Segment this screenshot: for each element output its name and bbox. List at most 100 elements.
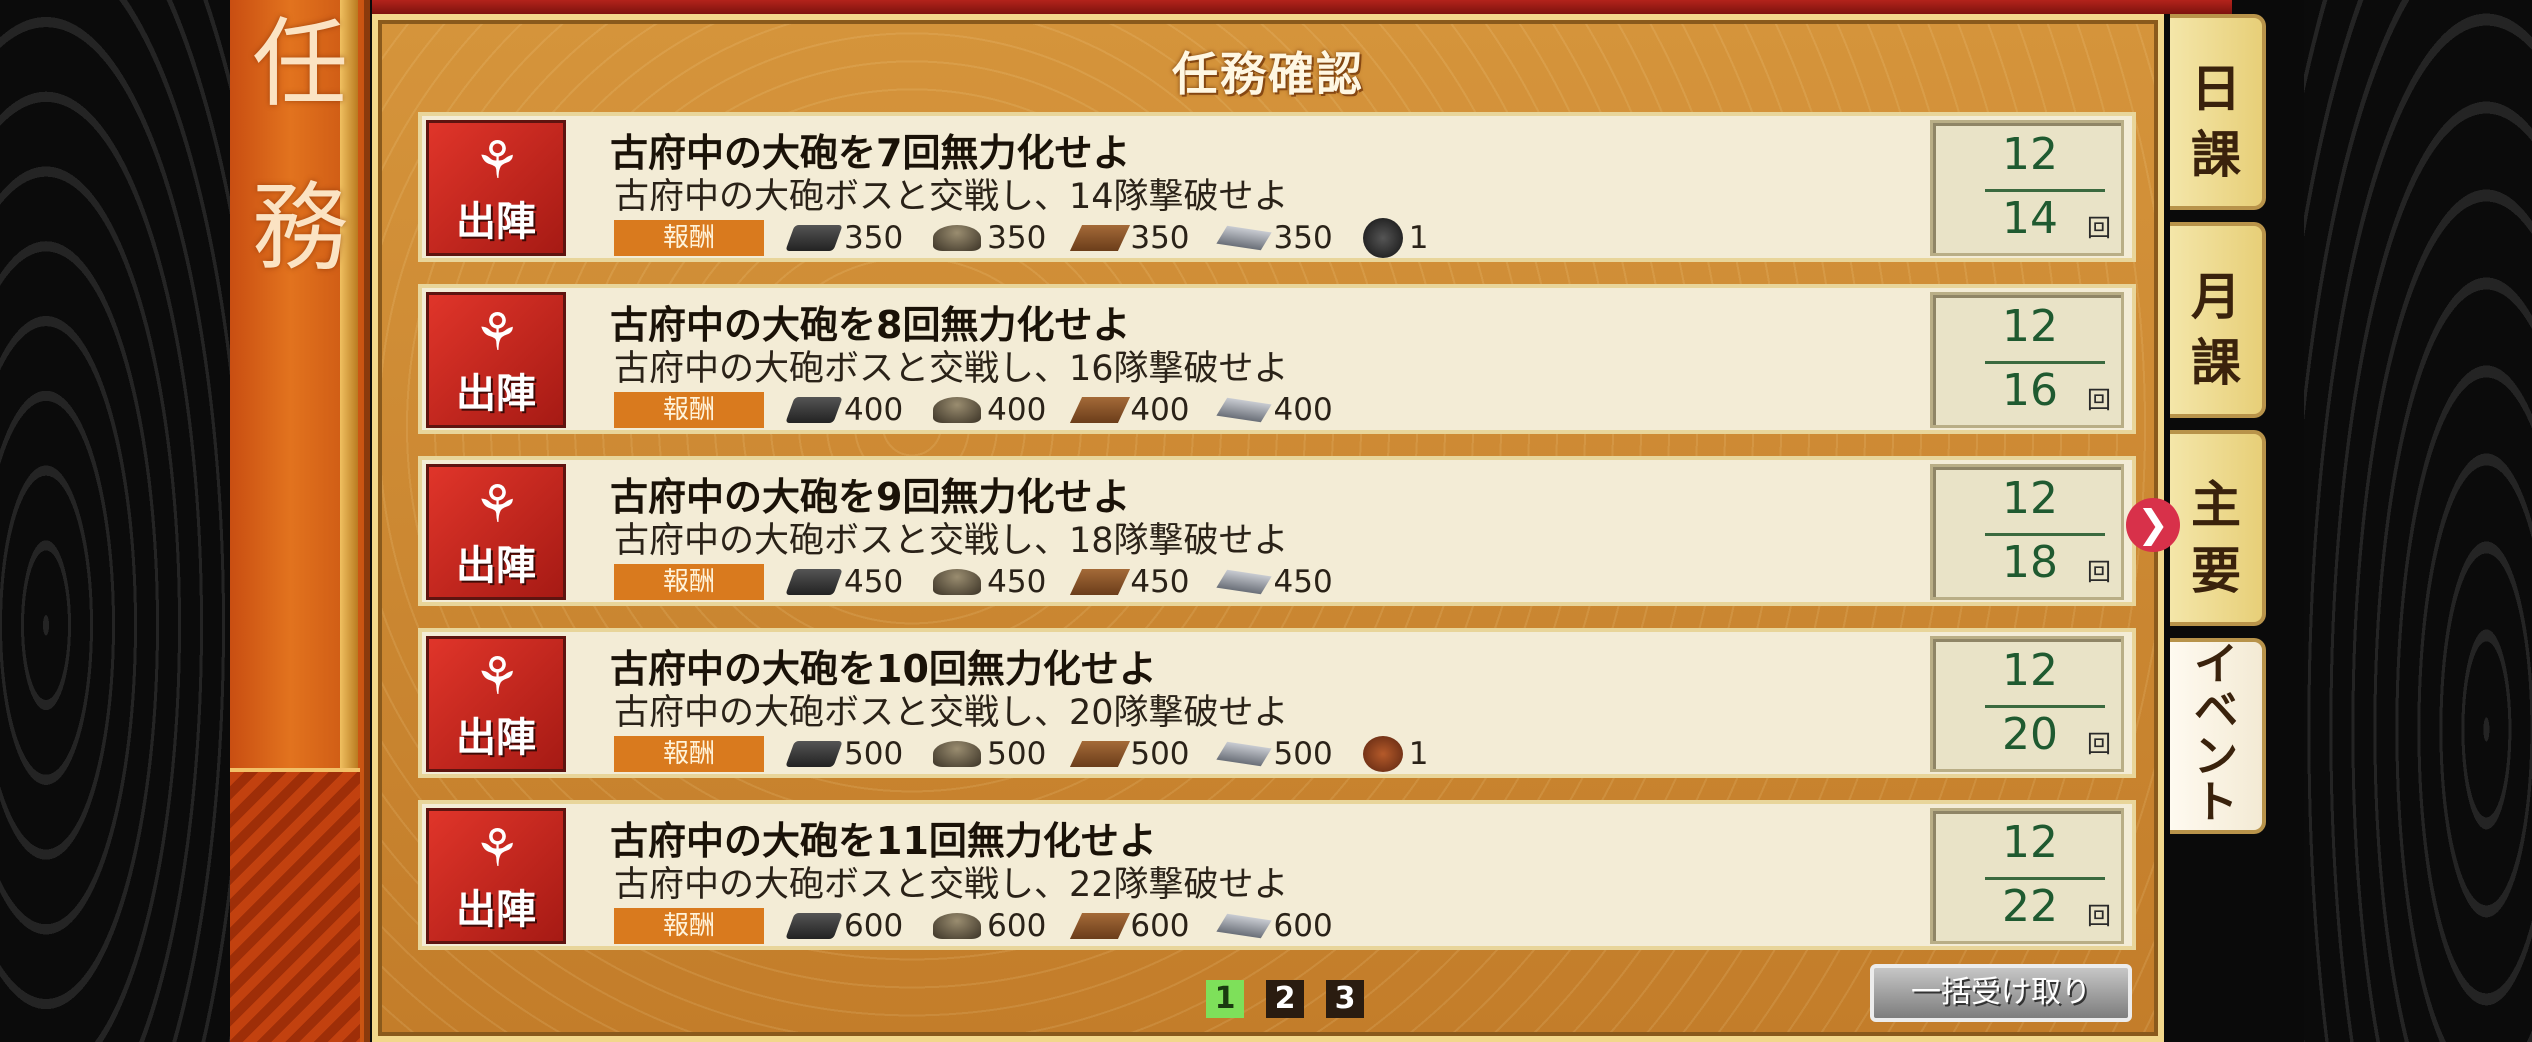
- crest-icon: ⚘: [473, 475, 521, 535]
- mission-desc: 古府中の大砲ボスと交戦し、20隊撃破せよ: [614, 693, 1289, 733]
- chevron-right-icon: ❯: [2126, 498, 2180, 552]
- wood-icon: [1070, 569, 1131, 595]
- iron-icon: [1215, 569, 1272, 595]
- reward-steel: 450: [844, 564, 904, 600]
- steel-icon: [785, 397, 843, 423]
- steel-icon: [785, 741, 843, 767]
- progress-target: 22: [2002, 881, 2058, 932]
- background-wave-right: [2304, 0, 2532, 1042]
- iron-icon: [1215, 913, 1272, 939]
- progress-target: 16: [2002, 365, 2058, 416]
- mission-row[interactable]: ⚘ 出陣 古府中の大砲を8回無力化せよ 古府中の大砲ボスと交戦し、16隊撃破せよ…: [418, 284, 2136, 434]
- bulk-claim-button[interactable]: 一括受け取り: [1870, 964, 2132, 1022]
- iron-icon: [1215, 741, 1272, 767]
- bell-icon: [1362, 218, 1403, 258]
- reward-steel: 500: [844, 736, 904, 772]
- reward-steel: 400: [844, 392, 904, 428]
- reward-extra: 1: [1408, 736, 1429, 772]
- badge-label: 出陣: [456, 542, 536, 589]
- progress-target: 18: [2002, 537, 2058, 588]
- page-1-button[interactable]: 1: [1206, 980, 1244, 1018]
- steel-icon: [785, 569, 843, 595]
- progress-divider: [1985, 877, 2105, 880]
- mission-desc: 古府中の大砲ボスと交戦し、16隊撃破せよ: [614, 349, 1289, 389]
- progress-counter: 12 14 回: [1930, 120, 2124, 256]
- reward-wood: 400: [1130, 392, 1190, 428]
- progress-divider: [1985, 533, 2105, 536]
- reward-iron: 500: [1273, 736, 1333, 772]
- iron-icon: [1215, 397, 1272, 423]
- nuts-icon: [1362, 736, 1403, 772]
- sortie-badge: ⚘ 出陣: [426, 292, 566, 428]
- steel-icon: [785, 913, 843, 939]
- reward-coal: 350: [987, 220, 1047, 256]
- banner-char-1: 任: [252, 8, 348, 120]
- tab-event[interactable]: イ ベ ン ト: [2170, 638, 2266, 834]
- mission-desc: 古府中の大砲ボスと交戦し、22隊撃破せよ: [614, 865, 1289, 905]
- progress-counter: 12 22 回: [1930, 808, 2124, 944]
- progress-unit: 回: [2087, 386, 2111, 414]
- page-2-button[interactable]: 2: [1266, 980, 1304, 1018]
- mission-row[interactable]: ⚘ 出陣 古府中の大砲を10回無力化せよ 古府中の大砲ボスと交戦し、20隊撃破せ…: [418, 628, 2136, 778]
- tab-daily-char-1: 日: [2191, 59, 2241, 118]
- tab-event-char-2: ベ: [2194, 685, 2238, 736]
- panel-title: 任務確認: [1172, 47, 1364, 101]
- reward-coal: 400: [987, 392, 1047, 428]
- mission-desc: 古府中の大砲ボスと交戦し、14隊撃破せよ: [614, 177, 1289, 217]
- crest-icon: ⚘: [473, 647, 521, 707]
- tab-monthly[interactable]: 月 課: [2170, 222, 2266, 418]
- mission-row[interactable]: ⚘ 出陣 古府中の大砲を11回無力化せよ 古府中の大砲ボスと交戦し、22隊撃破せ…: [418, 800, 2136, 950]
- reward-list: 報酬 500 500 500 500 1: [614, 736, 1458, 772]
- reward-wood: 350: [1130, 220, 1190, 256]
- mission-panel: 任務確認 ⚘ 出陣 古府中の大砲を7回無力化せよ 古府中の大砲ボスと交戦し、14…: [372, 14, 2164, 1042]
- reward-list: 報酬 600 600 600 600: [614, 908, 1363, 944]
- reward-wood: 600: [1130, 908, 1190, 944]
- steel-icon: [785, 225, 843, 251]
- tab-main-char-2: 要: [2191, 541, 2241, 600]
- coal-icon: [933, 397, 982, 423]
- sortie-badge: ⚘ 出陣: [426, 808, 566, 944]
- sortie-badge: ⚘ 出陣: [426, 120, 566, 256]
- reward-list: 報酬 450 450 450 450: [614, 564, 1363, 600]
- reward-tag: 報酬: [614, 392, 764, 428]
- tab-event-char-4: ト: [2194, 777, 2238, 828]
- reward-tag: 報酬: [614, 564, 764, 600]
- progress-current: 12: [2002, 817, 2058, 868]
- mission-row[interactable]: ⚘ 出陣 古府中の大砲を7回無力化せよ 古府中の大砲ボスと交戦し、14隊撃破せよ…: [418, 112, 2136, 262]
- tab-event-char-1: イ: [2194, 639, 2238, 690]
- tab-daily[interactable]: 日 課: [2170, 14, 2266, 210]
- coal-icon: [933, 913, 982, 939]
- reward-wood: 500: [1130, 736, 1190, 772]
- reward-list: 報酬 400 400 400 400: [614, 392, 1363, 428]
- progress-target: 20: [2002, 709, 2058, 760]
- progress-unit: 回: [2087, 214, 2111, 242]
- tab-daily-char-2: 課: [2191, 125, 2241, 184]
- progress-current: 12: [2002, 129, 2058, 180]
- reward-iron: 400: [1273, 392, 1333, 428]
- sortie-badge: ⚘ 出陣: [426, 464, 566, 600]
- reward-extra: 1: [1408, 220, 1429, 256]
- badge-label: 出陣: [456, 198, 536, 245]
- crest-icon: ⚘: [473, 819, 521, 879]
- tab-main[interactable]: 主 要: [2170, 430, 2266, 626]
- iron-icon: [1215, 225, 1272, 251]
- tab-event-char-3: ン: [2194, 731, 2238, 782]
- progress-current: 12: [2002, 301, 2058, 352]
- wood-icon: [1070, 741, 1131, 767]
- progress-target: 14: [2002, 193, 2058, 244]
- progress-counter: 12 18 回: [1930, 464, 2124, 600]
- reward-coal: 600: [987, 908, 1047, 944]
- progress-counter: 12 16 回: [1930, 292, 2124, 428]
- wood-icon: [1070, 397, 1131, 423]
- reward-list: 報酬 350 350 350 350 1: [614, 218, 1458, 258]
- reward-iron: 350: [1273, 220, 1333, 256]
- mission-row[interactable]: ⚘ 出陣 古府中の大砲を9回無力化せよ 古府中の大砲ボスと交戦し、18隊撃破せよ…: [418, 456, 2136, 606]
- badge-label: 出陣: [456, 370, 536, 417]
- badge-label: 出陣: [456, 886, 536, 933]
- crest-icon: ⚘: [473, 303, 521, 363]
- page-3-button[interactable]: 3: [1326, 980, 1364, 1018]
- progress-counter: 12 20 回: [1930, 636, 2124, 772]
- sortie-badge: ⚘ 出陣: [426, 636, 566, 772]
- coal-icon: [933, 569, 982, 595]
- reward-steel: 600: [844, 908, 904, 944]
